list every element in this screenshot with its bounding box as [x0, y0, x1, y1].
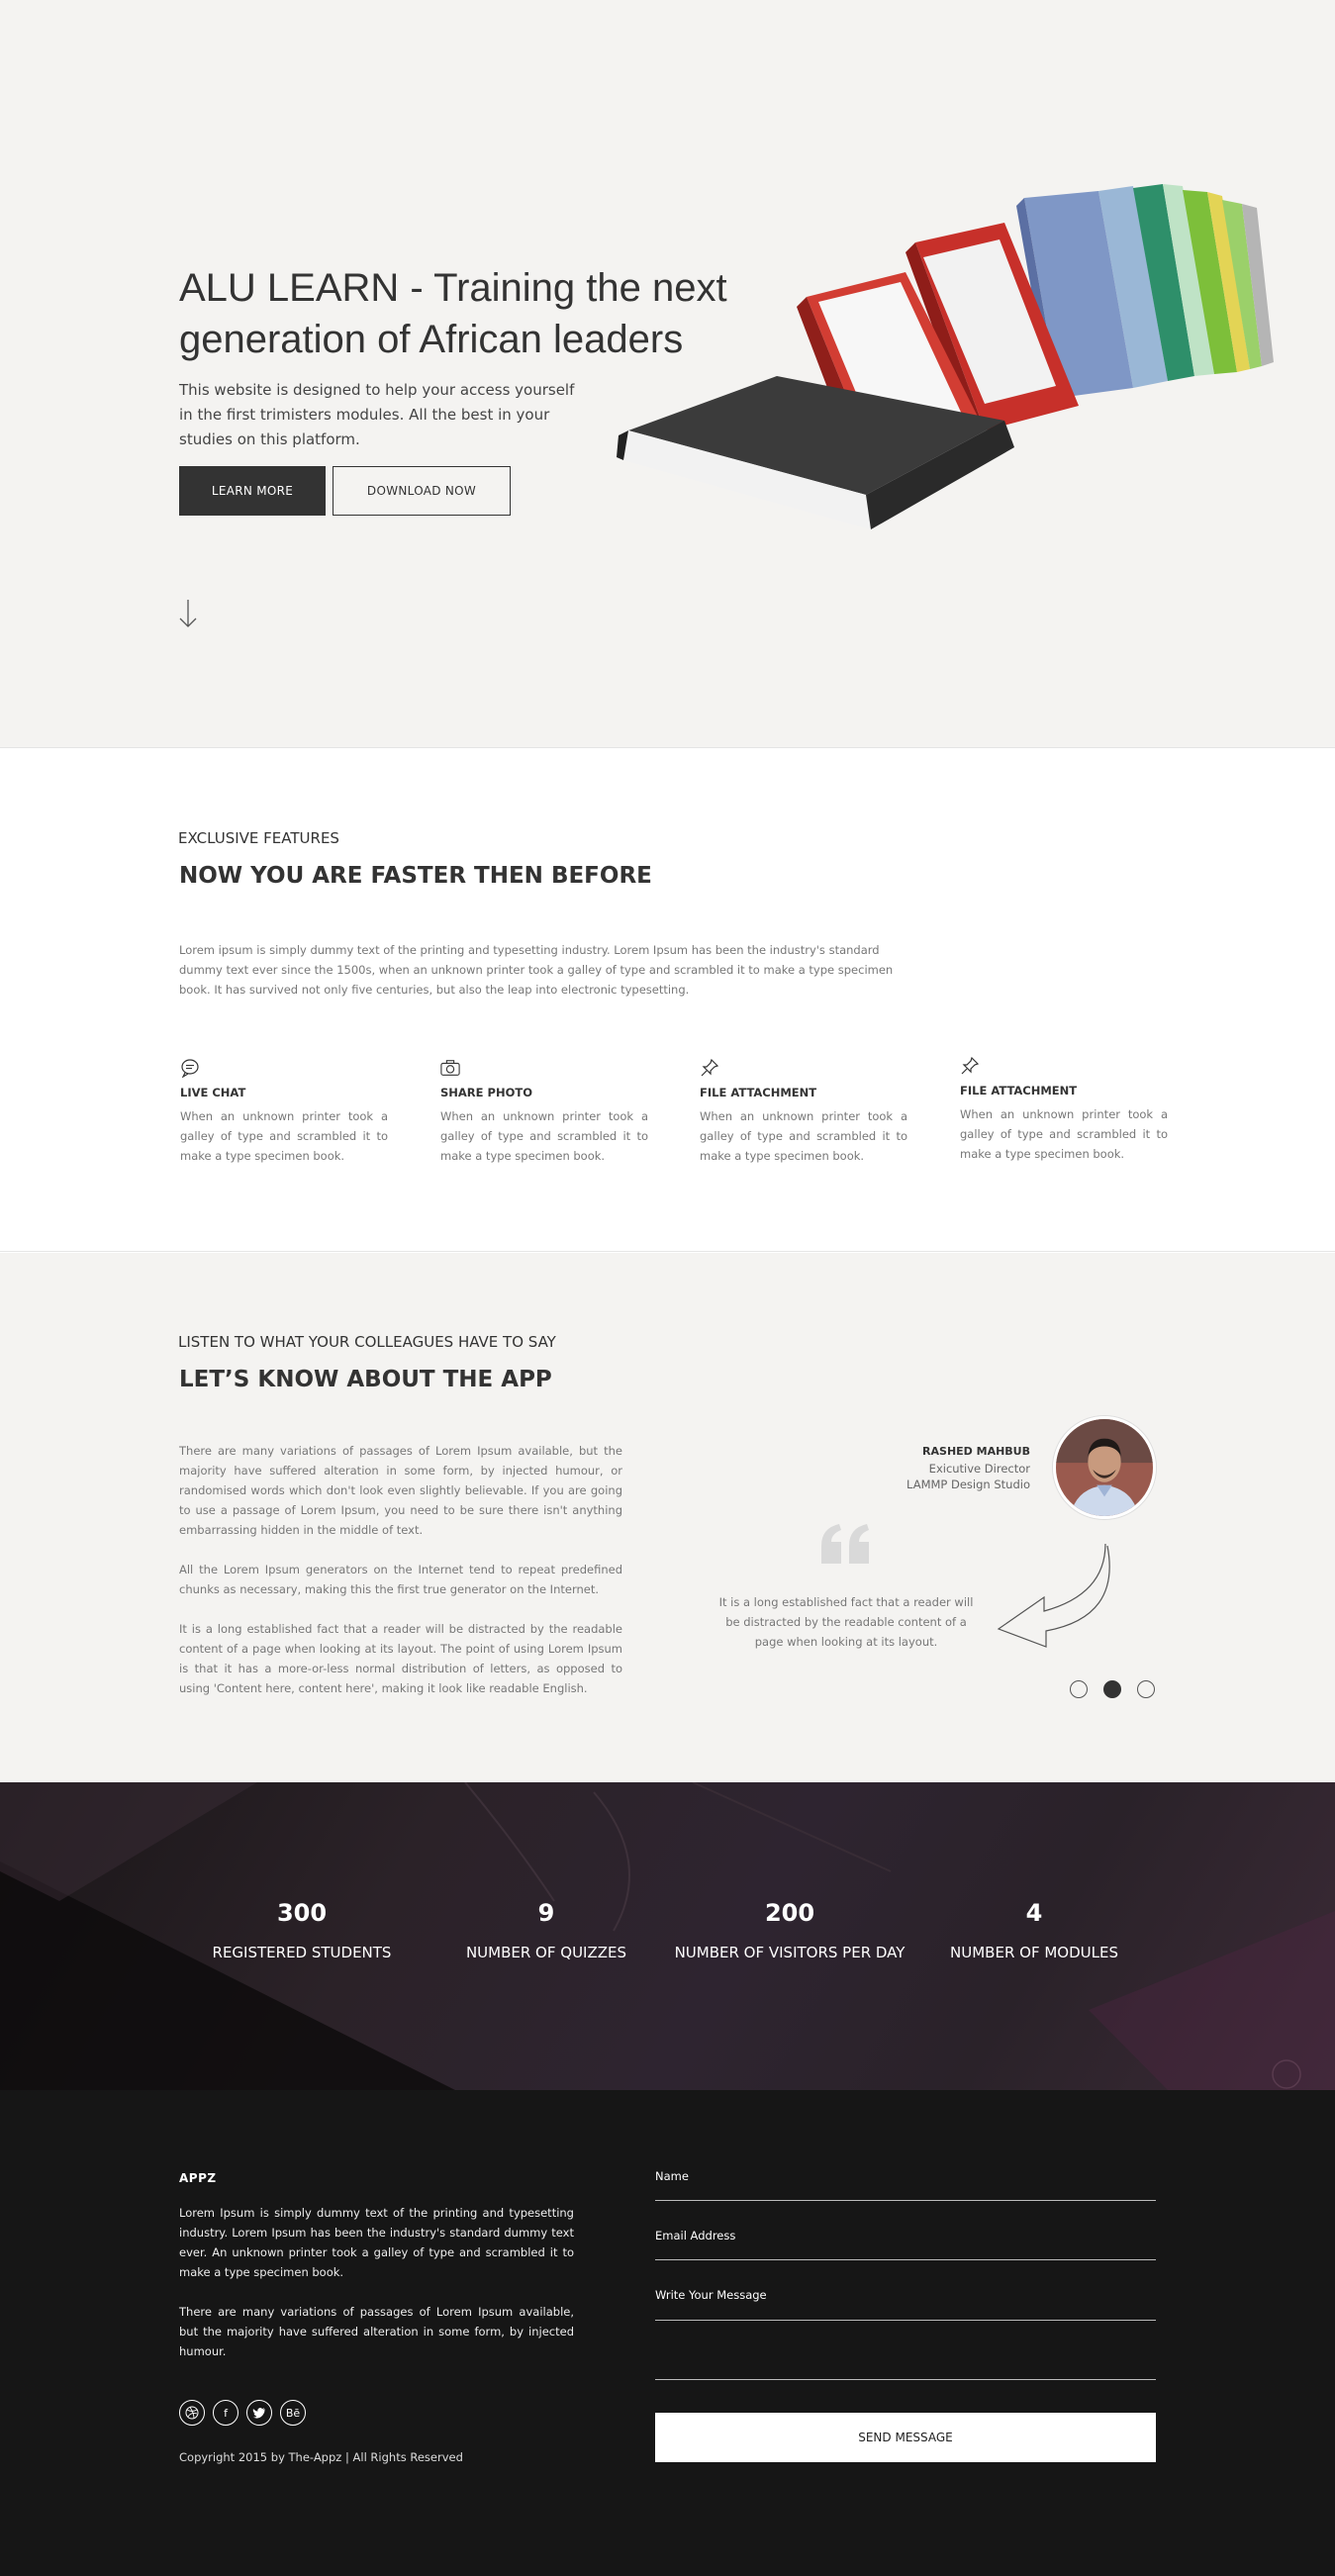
pin-icon: [961, 1056, 980, 1075]
stat-label: NUMBER OF MODULES: [950, 1944, 1118, 1961]
footer: APPZ Lorem Ipsum is simply dummy text of…: [0, 2090, 1335, 2576]
stat-value: 200: [764, 1899, 815, 1927]
learn-more-button[interactable]: LEARN MORE: [179, 466, 326, 516]
hero-section: ALU LEARN - Training the next generation…: [0, 0, 1335, 748]
message-label: Write Your Message: [655, 2288, 767, 2302]
social-links: f Bē: [179, 2400, 306, 2426]
behance-icon[interactable]: Bē: [280, 2400, 306, 2426]
facebook-icon[interactable]: f: [213, 2400, 238, 2426]
message-input[interactable]: [655, 2306, 1156, 2375]
send-message-button[interactable]: SEND MESSAGE: [655, 2413, 1156, 2462]
feature-live-chat: LIVE CHAT When an unknown printer took a…: [180, 1058, 388, 1166]
stat-label: NUMBER OF QUIZZES: [465, 1944, 627, 1961]
features-intro: Lorem ipsum is simply dummy text of the …: [179, 943, 894, 997]
quote-icon: [821, 1524, 869, 1564]
camera-icon: [440, 1060, 460, 1076]
stat-label: REGISTERED STUDENTS: [212, 1944, 392, 1961]
books-illustration: [617, 184, 1274, 529]
slider-dot-1[interactable]: [1070, 1680, 1088, 1698]
feature-title: SHARE PHOTO: [440, 1086, 532, 1099]
person-photo-icon: [1056, 1419, 1153, 1516]
email-field[interactable]: Email Address: [655, 2229, 1156, 2260]
name-label: Name: [655, 2169, 689, 2183]
feature-share-photo: SHARE PHOTO When an unknown printer took…: [440, 1058, 648, 1166]
curved-arrow-icon: [997, 1543, 1110, 1648]
scroll-down-arrow-icon[interactable]: [176, 598, 200, 629]
footer-paragraph: Lorem Ipsum is simply dummy text of the …: [179, 2206, 574, 2279]
stats-section: 300 REGISTERED STUDENTS 9 NUMBER OF QUIZ…: [0, 1782, 1335, 2090]
feature-text: When an unknown printer took a galley of…: [180, 1109, 388, 1163]
chat-bubble-icon: [181, 1059, 199, 1078]
name-input[interactable]: [655, 2183, 1156, 2197]
testimonials-body: There are many variations of passages of…: [179, 1441, 622, 1718]
testimonial-quote: It is a long established fact that a rea…: [718, 1595, 974, 1649]
testimonials-paragraph: It is a long established fact that a rea…: [179, 1622, 622, 1695]
footer-paragraph: There are many variations of passages of…: [179, 2305, 574, 2358]
copyright-text: Copyright 2015 by The-Appz | All Rights …: [179, 2450, 463, 2464]
feature-text: When an unknown printer took a galley of…: [700, 1109, 907, 1163]
testimonial-person-role: Exicutive Director: [928, 1462, 1030, 1476]
slider-dot-2[interactable]: [1103, 1680, 1121, 1698]
slider-dot-3[interactable]: [1137, 1680, 1155, 1698]
feature-title: FILE ATTACHMENT: [960, 1084, 1078, 1097]
feature-text: When an unknown printer took a galley of…: [440, 1109, 648, 1163]
pin-icon: [701, 1058, 719, 1077]
avatar: [1053, 1416, 1156, 1519]
footer-about: Lorem Ipsum is simply dummy text of the …: [179, 2203, 574, 2381]
download-now-button[interactable]: DOWNLOAD NOW: [333, 466, 511, 516]
feature-title: LIVE CHAT: [180, 1086, 246, 1099]
stat-registered-students: 300 REGISTERED STUDENTS: [183, 1899, 421, 1961]
testimonials-eyebrow: LISTEN TO WHAT YOUR COLLEAGUES HAVE TO S…: [178, 1333, 556, 1351]
name-field[interactable]: Name: [655, 2169, 1156, 2201]
features-section: EXCLUSIVE FEATURES NOW YOU ARE FASTER TH…: [0, 749, 1335, 1252]
feature-title: FILE ATTACHMENT: [700, 1086, 817, 1099]
testimonials-section: LISTEN TO WHAT YOUR COLLEAGUES HAVE TO S…: [0, 1253, 1335, 1782]
dribbble-icon[interactable]: [179, 2400, 205, 2426]
stat-visitors-per-day: 200 NUMBER OF VISITORS PER DAY: [666, 1899, 913, 1961]
testimonials-paragraph: There are many variations of passages of…: [179, 1444, 622, 1537]
testimonials-paragraph: All the Lorem Ipsum generators on the In…: [179, 1563, 622, 1596]
stat-value: 4: [1025, 1899, 1043, 1927]
stat-value: 300: [276, 1899, 328, 1927]
footer-brand: APPZ: [179, 2171, 217, 2185]
message-field[interactable]: Write Your Message: [655, 2288, 1156, 2380]
slider-dots: [1070, 1680, 1155, 1698]
email-label: Email Address: [655, 2229, 736, 2242]
hero-description: This website is designed to help your ac…: [179, 381, 575, 448]
testimonial-person-name: RASHED MAHBUB: [922, 1445, 1030, 1458]
feature-file-attachment: FILE ATTACHMENT When an unknown printer …: [960, 1056, 1168, 1164]
testimonials-title: LET’S KNOW ABOUT THE APP: [179, 1367, 552, 1392]
stat-value: 9: [537, 1899, 555, 1927]
stat-label: NUMBER OF VISITORS PER DAY: [674, 1944, 906, 1961]
feature-text: When an unknown printer took a galley of…: [960, 1107, 1168, 1161]
message-divider: [655, 2320, 1156, 2321]
stat-number-of-modules: 4 NUMBER OF MODULES: [915, 1899, 1153, 1961]
feature-file-attachment: FILE ATTACHMENT When an unknown printer …: [700, 1058, 907, 1166]
email-input[interactable]: [655, 2242, 1156, 2256]
testimonial-person-company: LAMMP Design Studio: [906, 1478, 1030, 1491]
features-eyebrow: EXCLUSIVE FEATURES: [178, 829, 339, 847]
stat-number-of-quizzes: 9 NUMBER OF QUIZZES: [428, 1899, 665, 1961]
features-title: NOW YOU ARE FASTER THEN BEFORE: [179, 863, 652, 889]
twitter-icon[interactable]: [246, 2400, 272, 2426]
